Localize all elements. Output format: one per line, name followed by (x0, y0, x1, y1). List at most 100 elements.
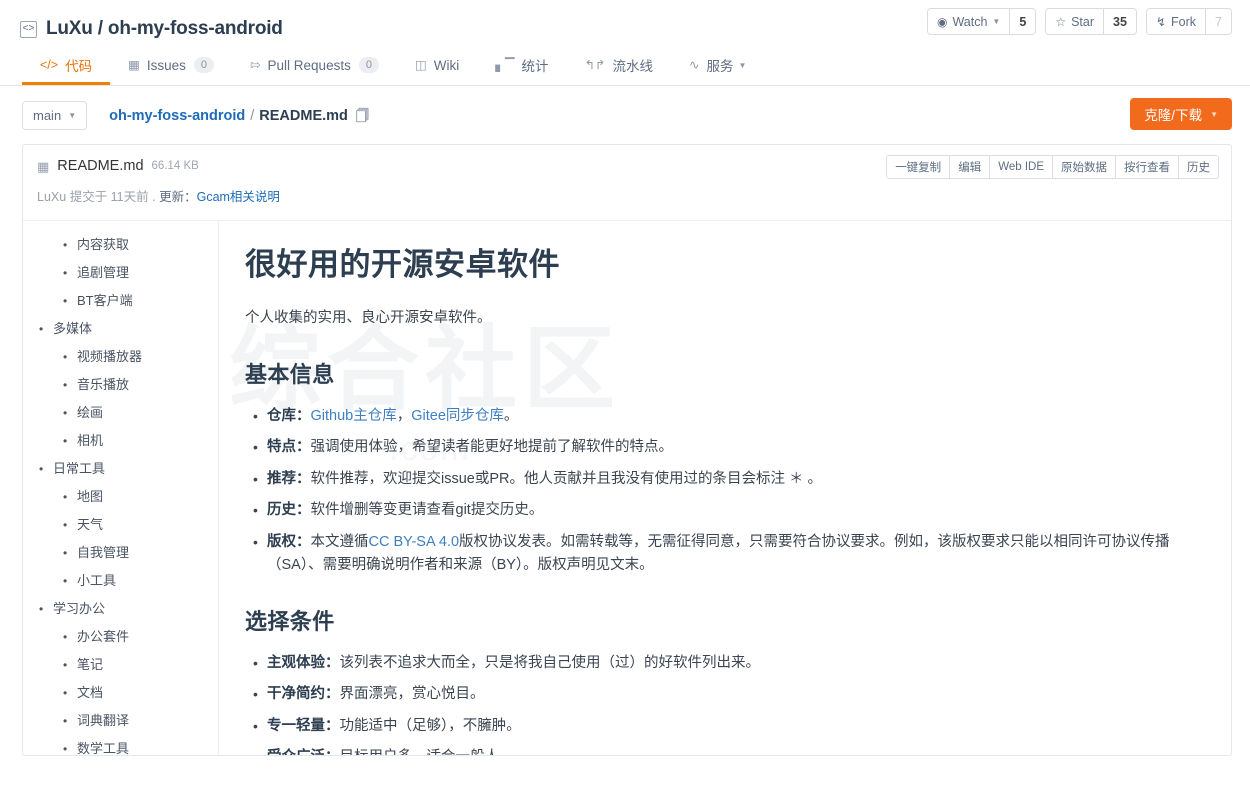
tab-statistics[interactable]: ▖▔ 统计 (477, 48, 566, 85)
list-item-term: 受众广泛： (267, 749, 340, 755)
readme-markdown-content: 综合社区 .com 很好用的开源安卓软件 个人收集的实用、良心开源安卓软件。 基… (219, 221, 1231, 755)
file-toolbar: 一键复制 编辑 Web IDE 原始数据 按行查看 历史 (886, 155, 1219, 179)
breadcrumb-repo-link[interactable]: oh-my-foss-android (109, 108, 245, 124)
watch-button-group[interactable]: ◉ Watch ▼ 5 (926, 8, 1037, 35)
list-item-text: 软件增删等变更请查看git提交历史。 (310, 502, 544, 519)
tab-services[interactable]: ∿ 服务 ▼ (671, 48, 764, 85)
watch-count[interactable]: 5 (1009, 9, 1036, 34)
list-item: 版权：本文遵循CC BY-SA 4.0版权协议发表。如需转载等，无需征得同意，只… (253, 531, 1205, 578)
list-item-text: 该列表不追求大而全，只是将我自己使用（过）的好软件列出来。 (339, 654, 761, 671)
list-item-term: 特点： (267, 439, 311, 456)
watch-label: Watch (952, 14, 988, 29)
toc-item-label: 多媒体 (53, 321, 92, 336)
commit-meta: 提交于 11天前 . (69, 190, 156, 204)
toc-item-sub[interactable]: 办公套件 (77, 623, 218, 651)
toc-item-label: 内容获取 (77, 237, 129, 252)
toc-item-sub[interactable]: BT客户端 (77, 287, 218, 315)
star-button[interactable]: ☆ Star (1046, 9, 1104, 34)
copy-all-button[interactable]: 一键复制 (887, 156, 950, 178)
commit-info-row: LuXu 提交于 11天前 . 更新：Gcam相关说明 (37, 186, 1217, 205)
chevron-down-icon: ▼ (738, 60, 747, 70)
toc-item-sub[interactable]: 自我管理 (77, 539, 218, 567)
toc-item-top[interactable]: 日常工具 (53, 455, 218, 483)
commit-message-link[interactable]: Gcam相关说明 (197, 190, 280, 204)
toc-item-sub[interactable]: 音乐播放 (77, 371, 218, 399)
star-count[interactable]: 35 (1103, 9, 1136, 34)
toc-item-sub[interactable]: 文档 (77, 679, 218, 707)
fork-icon: ↯ (1155, 14, 1166, 29)
toc-item-label: 追剧管理 (77, 265, 129, 280)
toc-item-top[interactable]: 多媒体 (53, 315, 218, 343)
list-item-term: 版权： (267, 533, 311, 550)
list-item-text: 目标用户多，适合一般人。 (340, 749, 514, 755)
fork-count[interactable]: 7 (1205, 9, 1231, 34)
toc-item-label: 小工具 (77, 573, 116, 588)
list-item-text: 软件推荐，欢迎提交issue或PR。他人贡献并且我没有使用过的条目会标注 ＊ 。 (310, 470, 823, 487)
list-item-term: 推荐： (267, 470, 311, 487)
page-title[interactable]: LuXu / oh-my-foss-android (46, 18, 283, 40)
toc-item-top[interactable]: 学习办公 (53, 595, 218, 623)
list-item-term: 历史： (267, 502, 311, 519)
star-label: Star (1071, 14, 1095, 29)
tab-wiki[interactable]: ◫ Wiki (397, 48, 477, 85)
github-repo-link[interactable]: Github主仓库 (311, 408, 397, 424)
tab-statistics-label: 统计 (521, 59, 549, 74)
wiki-book-icon: ◫ (414, 57, 427, 72)
code-brackets-icon: <> (20, 20, 37, 38)
toc-item-sub[interactable]: 笔记 (77, 651, 218, 679)
chevron-down-icon: ▼ (1210, 109, 1218, 119)
branch-selector[interactable]: main ▼ (22, 101, 88, 130)
tab-pull-requests-label: Pull Requests (267, 57, 351, 73)
clone-download-label: 克隆/下载 (1144, 108, 1203, 123)
blame-button[interactable]: 按行查看 (1115, 156, 1178, 178)
toc-item-sub[interactable]: 天气 (77, 511, 218, 539)
toc-root-list: 内容获取 追剧管理 BT客户端 多媒体 视频播放器 音乐播放 绘画 相机 日常工… (23, 231, 218, 755)
chevron-down-icon: ▼ (992, 17, 1001, 26)
toc-item-sub[interactable]: 视频播放器 (77, 343, 218, 371)
copy-path-icon[interactable]: 🗍 (356, 109, 369, 122)
tab-issues[interactable]: ▦ Issues 0 (110, 48, 232, 85)
tab-code[interactable]: </> 代码 (22, 48, 111, 85)
list-item-text: 。 (503, 407, 519, 424)
list-item: 推荐：软件推荐，欢迎提交issue或PR。他人贡献并且我没有使用过的条目会标注 … (253, 468, 1205, 491)
edit-button[interactable]: 编辑 (949, 156, 990, 178)
clone-download-button[interactable]: 克隆/下载 ▼ (1130, 98, 1232, 130)
toc-item-label: 学习办公 (53, 601, 105, 616)
tab-wiki-label: Wiki (433, 57, 460, 73)
list-item-text: 界面漂亮，赏心悦目。 (339, 686, 485, 703)
fork-button[interactable]: ↯ Fork (1146, 9, 1205, 34)
tab-pipeline[interactable]: ↰↱ 流水线 (567, 48, 671, 85)
toc-item-label: 文档 (77, 685, 103, 700)
web-ide-button[interactable]: Web IDE (989, 156, 1052, 178)
list-item: 特点：强调使用体验，希望读者能更好地提前了解软件的特点。 (253, 436, 1205, 459)
repository-actions: ◉ Watch ▼ 5 ☆ Star 35 ↯ Fork 7 (926, 8, 1232, 35)
toc-item-label: 绘画 (77, 405, 103, 420)
gitee-repo-link[interactable]: Gitee同步仓库 (411, 408, 504, 424)
watch-button[interactable]: ◉ Watch ▼ (927, 9, 1010, 34)
tab-pull-requests[interactable]: ⇰ Pull Requests 0 (232, 48, 397, 85)
fork-button-group[interactable]: ↯ Fork 7 (1145, 8, 1232, 35)
raw-data-button[interactable]: 原始数据 (1052, 156, 1115, 178)
toc-item-sub[interactable]: 数学工具 (77, 735, 218, 755)
tab-pull-requests-count: 0 (358, 57, 379, 73)
tab-pipeline-label: 流水线 (612, 59, 653, 74)
readme-intro-paragraph: 个人收集的实用、良心开源安卓软件。 (245, 310, 492, 326)
commit-author[interactable]: LuXu (37, 190, 66, 204)
toc-item-sub[interactable]: 词典翻译 (77, 707, 218, 735)
tab-code-label: 代码 (65, 59, 93, 74)
branch-name: main (33, 108, 62, 123)
repository-header: <> LuXu / oh-my-foss-android ◉ Watch ▼ 5… (0, 0, 1250, 86)
readme-heading-selection-criteria: 选择条件 (245, 608, 335, 634)
list-item-term: 干净简约： (267, 686, 340, 703)
star-button-group[interactable]: ☆ Star 35 (1045, 8, 1137, 35)
toc-item-sub[interactable]: 地图 (77, 483, 218, 511)
toc-item-sub[interactable]: 相机 (77, 427, 218, 455)
breadcrumb: oh-my-foss-android / README.md 🗍 (109, 108, 369, 124)
toc-item-sub[interactable]: 内容获取 (77, 231, 218, 259)
tab-issues-count: 0 (193, 57, 215, 73)
toc-item-sub[interactable]: 追剧管理 (77, 259, 218, 287)
toc-item-sub[interactable]: 小工具 (77, 567, 218, 595)
license-link[interactable]: CC BY-SA 4.0 (369, 534, 460, 550)
toc-item-sub[interactable]: 绘画 (77, 399, 218, 427)
history-button[interactable]: 历史 (1178, 156, 1218, 178)
